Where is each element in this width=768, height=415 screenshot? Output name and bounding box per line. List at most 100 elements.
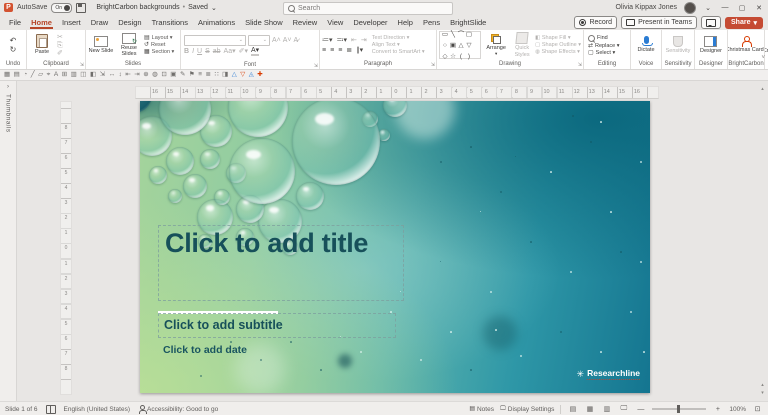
shape-effects-button[interactable]: ◍ Shape Effects ▾: [535, 49, 580, 55]
shape-fill-button[interactable]: ◧ Shape Fill ▾: [535, 35, 571, 41]
shape-option[interactable]: ▭: [441, 30, 449, 40]
autosave-toggle[interactable]: On: [51, 3, 72, 13]
brightslide-tool-icon[interactable]: ⊞: [62, 72, 67, 79]
vertical-scrollbar[interactable]: ▴ ▴ ▾: [758, 85, 767, 397]
menu-tab-home[interactable]: Home: [26, 16, 57, 29]
italic-button[interactable]: I: [192, 48, 194, 55]
brightslide-tool-icon[interactable]: ▱: [38, 72, 43, 79]
horizontal-ruler[interactable]: 1615141312111098765432101234567891011121…: [135, 86, 659, 99]
zoom-slider-thumb[interactable]: [677, 405, 680, 413]
comments-button[interactable]: [701, 16, 721, 29]
dialog-launcher-icon[interactable]: ⇲: [578, 61, 582, 69]
layout-button[interactable]: ▤Layout ▾: [144, 35, 172, 41]
brightslide-tool-icon[interactable]: ⊡: [161, 72, 166, 79]
date-placeholder[interactable]: Click to add date: [163, 344, 247, 356]
brightslide-tool-icon[interactable]: ◬: [249, 72, 254, 79]
highlight-color-button[interactable]: ✐▾: [239, 48, 248, 55]
brightslide-tool-icon[interactable]: ≣: [206, 72, 211, 79]
cut-button[interactable]: ✂: [57, 34, 63, 41]
decrease-indent-button[interactable]: ⇤: [351, 37, 357, 44]
shape-option[interactable]: ▣: [449, 40, 457, 51]
paste-button[interactable]: Paste: [29, 34, 55, 55]
quick-styles-button[interactable]: Quick Styles: [511, 32, 533, 57]
collapse-ribbon-icon[interactable]: ˅: [761, 55, 765, 61]
brightslide-tool-icon[interactable]: ▽: [240, 72, 245, 79]
brightslide-tool-icon[interactable]: ↕: [119, 72, 122, 79]
brightslide-tool-icon[interactable]: ⚑: [189, 72, 195, 79]
present-in-teams-button[interactable]: Present in Teams: [621, 16, 697, 29]
minimize-button[interactable]: —: [720, 4, 730, 11]
menu-tab-design[interactable]: Design: [113, 16, 146, 29]
reuse-slides-button[interactable]: Reuse Slides: [116, 33, 142, 57]
christmas-cards-button[interactable]: Christmas Cards: [728, 36, 765, 53]
brightslide-tool-icon[interactable]: ▤: [14, 72, 20, 79]
save-icon[interactable]: [76, 3, 86, 13]
find-button[interactable]: Find: [588, 35, 608, 42]
brightslide-tool-icon[interactable]: ⊕: [143, 72, 148, 79]
menu-tab-slide-show[interactable]: Slide Show: [240, 16, 288, 29]
vertical-ruler[interactable]: 87654321012345678: [60, 101, 72, 395]
font-family-select[interactable]: ⌄: [184, 35, 246, 46]
maximize-button[interactable]: ▢: [737, 4, 747, 12]
reset-button[interactable]: ↺Reset: [144, 42, 165, 48]
zoom-slider[interactable]: [652, 408, 706, 410]
menu-tab-file[interactable]: File: [4, 16, 26, 29]
brightslide-tool-icon[interactable]: ◨: [222, 72, 228, 79]
menu-tab-insert[interactable]: Insert: [57, 16, 86, 29]
brightslide-tool-icon[interactable]: ⇥: [134, 72, 139, 79]
increase-font-size-button[interactable]: A˄: [272, 37, 281, 44]
font-color-button[interactable]: A▾: [251, 47, 259, 56]
display-settings-button[interactable]: 🖵Display Settings: [500, 406, 554, 413]
arrange-button[interactable]: Arrange ▾: [483, 34, 509, 57]
brightslide-tool-icon[interactable]: ≡: [198, 72, 202, 79]
replace-button[interactable]: ⇄Replace ▾: [588, 43, 620, 49]
redo-button[interactable]: ↻: [10, 46, 17, 54]
ribbon-options-icon[interactable]: ⌄: [703, 4, 713, 12]
format-painter-button[interactable]: ✐: [57, 50, 63, 57]
record-button[interactable]: Record: [574, 16, 617, 29]
designer-button[interactable]: Designer: [700, 36, 722, 54]
shape-option[interactable]: ○: [441, 40, 449, 51]
text-direction-button[interactable]: Text Direction ▾: [372, 35, 410, 41]
menu-tab-view[interactable]: View: [322, 16, 348, 29]
bold-button[interactable]: B: [184, 48, 189, 55]
zoom-out-button[interactable]: —: [635, 406, 646, 413]
shape-option[interactable]: ⌒: [457, 30, 465, 40]
share-button[interactable]: Share ▾: [725, 17, 763, 29]
next-slide-icon[interactable]: ▾: [758, 389, 767, 397]
section-button[interactable]: ▦Section ▾: [144, 49, 174, 55]
scroll-up-icon[interactable]: ▴: [758, 85, 767, 93]
slide-canvas[interactable]: Click to add title Click to add subtitle…: [140, 101, 650, 393]
dialog-launcher-icon[interactable]: ⇲: [80, 61, 84, 69]
brightslide-tool-icon[interactable]: ✎: [180, 72, 185, 79]
brightslide-tool-icon[interactable]: ◧: [90, 72, 96, 79]
reading-view-button[interactable]: ▥: [601, 405, 612, 413]
language-button[interactable]: English (United States): [64, 406, 130, 413]
slide-sorter-view-button[interactable]: ▦: [584, 405, 595, 413]
convert-smartart-button[interactable]: Convert to SmartArt ▾: [372, 49, 425, 55]
brightslide-tool-icon[interactable]: ▣: [170, 72, 176, 79]
brightslide-tool-icon[interactable]: ↔: [109, 72, 116, 79]
change-case-button[interactable]: Aa▾: [224, 48, 236, 55]
notes-button[interactable]: ▤Notes: [469, 406, 494, 413]
shape-option[interactable]: ▽: [465, 40, 473, 51]
expand-thumbnails-icon[interactable]: ›: [7, 84, 9, 90]
menu-tab-draw[interactable]: Draw: [86, 16, 114, 29]
new-slide-button[interactable]: New Slide: [88, 36, 114, 54]
menu-tab-developer[interactable]: Developer: [348, 16, 392, 29]
menu-tab-review[interactable]: Review: [288, 16, 323, 29]
slideshow-view-button[interactable]: 🖵: [618, 405, 629, 413]
justify-button[interactable]: ≣: [346, 47, 352, 54]
normal-view-button[interactable]: ▤: [567, 405, 578, 413]
menu-tab-brightslide[interactable]: BrightSlide: [445, 16, 491, 29]
menu-tab-animations[interactable]: Animations: [193, 16, 240, 29]
powerpoint-icon[interactable]: P: [4, 3, 13, 12]
align-left-button[interactable]: ≡: [322, 47, 326, 54]
brightslide-tool-icon[interactable]: ⇲: [100, 72, 105, 79]
bullets-button[interactable]: ≔▾: [322, 37, 333, 44]
menu-tab-transitions[interactable]: Transitions: [147, 16, 193, 29]
avatar[interactable]: [684, 2, 696, 14]
search-input[interactable]: Search: [283, 2, 453, 15]
numbering-button[interactable]: ≕▾: [337, 37, 348, 44]
align-center-button[interactable]: ≡: [330, 47, 334, 54]
